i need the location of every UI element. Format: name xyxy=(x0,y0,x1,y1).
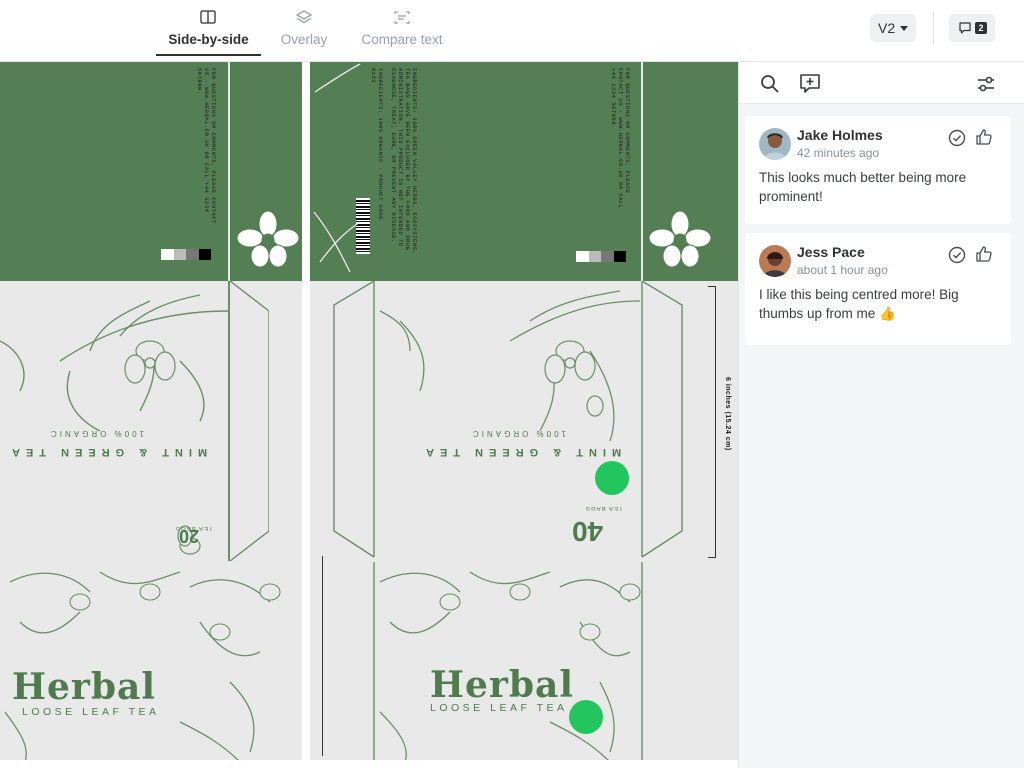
comment-icon xyxy=(959,22,971,34)
tab-side-by-side[interactable]: Side-by-side xyxy=(156,8,261,58)
flower-illustration-icon xyxy=(648,210,712,268)
comment-marker-pin[interactable] xyxy=(569,700,603,734)
color-swatches xyxy=(576,251,626,262)
toolbar-divider xyxy=(933,12,934,44)
comment-card[interactable]: Jake Holmes 42 minutes ago This looks mu… xyxy=(745,116,1011,224)
comments-count-badge: 2 xyxy=(975,22,987,34)
comparison-canvas[interactable]: FOR QUESTIONS OR COMMENTS, PLEASE CONTAC… xyxy=(0,62,738,768)
version-dropdown[interactable]: V2 xyxy=(870,14,916,42)
tea-bag-count: 40 xyxy=(572,516,604,547)
chevron-down-icon xyxy=(900,26,908,31)
color-swatches xyxy=(161,249,211,260)
organic-label: 100% ORGANIC xyxy=(48,429,145,438)
artwork-left: FOR QUESTIONS OR COMMENTS, PLEASE CONTAC… xyxy=(0,62,302,760)
box-outline xyxy=(333,281,683,558)
resolve-check-icon[interactable] xyxy=(948,246,966,264)
leaf-pattern-icon xyxy=(4,571,281,760)
fold-line xyxy=(228,62,230,281)
active-tab-indicator xyxy=(156,54,261,56)
avatar xyxy=(759,245,791,277)
legal-text: INGREDIENTS: 100% GREEN VALLEY HERBS, EC… xyxy=(390,68,418,255)
tab-overlay[interactable]: Overlay xyxy=(276,8,332,58)
filter-sliders-icon[interactable] xyxy=(976,74,996,94)
product-code-text: INGREDIENTS: 100% ORGANIC · PRODUCT CODE… xyxy=(370,68,384,221)
package-green-panel: INGREDIENTS: 100% ORGANIC · PRODUCT CODE… xyxy=(310,62,738,281)
tea-bag-count: 20 xyxy=(179,526,200,546)
thumbs-up-icon[interactable] xyxy=(975,245,993,263)
add-comment-icon[interactable] xyxy=(799,73,821,95)
package-front-panel: 100% ORGANIC MINT & GREEN TEA TEA BAGS 2… xyxy=(0,281,302,561)
comments-panel: Jake Holmes 42 minutes ago This looks mu… xyxy=(738,62,1024,768)
thumbs-up-icon[interactable] xyxy=(975,128,993,146)
leaf-illustration-icon xyxy=(313,63,361,273)
comment-marker-pin[interactable] xyxy=(595,461,629,495)
layers-icon xyxy=(295,10,313,24)
tab-label: Side-by-side xyxy=(168,32,249,47)
flower-illustration-icon xyxy=(236,210,300,268)
contact-text: FOR QUESTIONS OR COMMENTS, PLEASE CONTAC… xyxy=(610,68,631,209)
fold-line xyxy=(228,281,230,561)
flavor-label: MINT & GREEN TEA xyxy=(420,446,622,458)
brand-tagline: LOOSE LEAF TEA xyxy=(22,706,160,718)
comment-text: This looks much better being more promin… xyxy=(759,170,967,204)
comment-card[interactable]: Jess Pace about 1 hour ago I like this b… xyxy=(745,233,1011,345)
legal-text: FOR QUESTIONS OR COMMENTS, PLEASE CONTAC… xyxy=(196,68,217,224)
tab-label: Overlay xyxy=(280,32,328,47)
top-toolbar: Side-by-side Overlay Compare text V2 2 xyxy=(0,0,1024,62)
scan-text-icon xyxy=(394,11,410,24)
package-back-panel: Herbal LOOSE LEAF TEA xyxy=(0,562,302,760)
search-icon[interactable] xyxy=(760,74,780,94)
leaf-pattern-icon xyxy=(373,562,643,760)
package-green-panel: FOR QUESTIONS OR COMMENTS, PLEASE CONTAC… xyxy=(0,62,302,281)
count-caption: TEA BAGS xyxy=(585,505,623,511)
artwork-right: INGREDIENTS: 100% ORGANIC · PRODUCT CODE… xyxy=(310,62,738,760)
dimension-label: 6 inches (15.24 cm) xyxy=(724,377,731,451)
comments-toolbar xyxy=(739,62,1024,104)
brand-tagline: LOOSE LEAF TEA xyxy=(430,702,568,714)
comment-author: Jess Pace xyxy=(797,244,865,260)
tab-compare-text[interactable]: Compare text xyxy=(356,8,448,58)
flavor-label: MINT & GREEN TEA xyxy=(6,446,208,458)
side-flap-outline xyxy=(229,281,269,561)
comment-text: I like this being centred more! Big thum… xyxy=(759,287,959,321)
columns-icon xyxy=(200,10,216,24)
tab-label: Compare text xyxy=(361,32,443,47)
avatar xyxy=(759,128,791,160)
comment-timestamp: about 1 hour ago xyxy=(797,263,888,277)
resolve-check-icon[interactable] xyxy=(948,129,966,147)
brand-title: Herbal xyxy=(12,666,157,708)
dimension-bracket xyxy=(708,286,716,558)
brand-title: Herbal xyxy=(430,664,575,706)
comment-author: Jake Holmes xyxy=(797,127,883,143)
comment-timestamp: 42 minutes ago xyxy=(797,146,880,160)
comments-toggle-button[interactable]: 2 xyxy=(949,14,995,42)
organic-label: 100% ORGANIC xyxy=(470,429,567,438)
version-label: V2 xyxy=(878,20,896,36)
package-back-panel: Herbal LOOSE LEAF TEA xyxy=(310,556,738,760)
package-front-panel: 100% ORGANIC MINT & GREEN TEA TEA BAGS 4… xyxy=(310,281,738,563)
